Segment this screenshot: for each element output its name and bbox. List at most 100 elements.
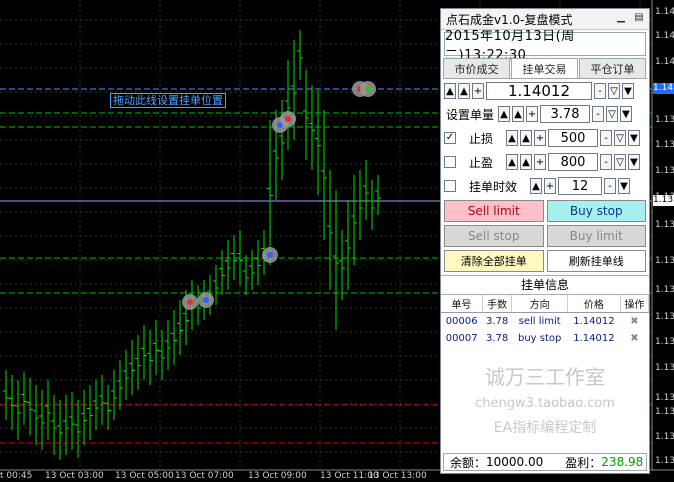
price-down-icon[interactable]: ▲ <box>458 83 470 99</box>
expiry-input[interactable]: 12 <box>558 177 602 195</box>
tp-plus-button[interactable]: + <box>534 154 546 170</box>
sl-dec2-icon[interactable]: ▼ <box>628 130 640 146</box>
price-minus-button[interactable]: - <box>594 83 606 99</box>
lot-up2-icon[interactable]: ▲ <box>512 106 525 122</box>
panel-titlebar[interactable]: 点石成金v1.0-复盘模式 ▁ ▤ <box>441 9 649 30</box>
lot-dec-icon[interactable]: ▽ <box>606 106 619 122</box>
refresh-lines-button[interactable]: 刷新挂单线 <box>546 250 646 272</box>
watermark-studio: 诚万三工作室 <box>485 365 605 389</box>
delete-order-icon[interactable]: ✖ <box>620 330 648 347</box>
stoploss-input[interactable]: 500 <box>548 129 598 147</box>
time-axis-label: 13 Oct 07:00 <box>175 471 234 481</box>
price-axis-label: 1.13 <box>655 285 674 295</box>
expiry-label: 挂单时效 <box>468 179 517 194</box>
buy-limit-button[interactable]: Buy limit <box>546 225 646 247</box>
tp-minus-button[interactable]: - <box>600 154 612 170</box>
document-icon[interactable]: ▤ <box>633 12 645 24</box>
order-marker-dot <box>187 299 193 305</box>
time-axis-label: 13 Oct 03:00 <box>45 471 104 481</box>
exp-up-icon[interactable]: ▲ <box>530 178 542 194</box>
sl-minus-button[interactable]: - <box>600 130 612 146</box>
price-dec2-icon[interactable]: ▼ <box>622 83 634 99</box>
order-marker-dot <box>285 116 291 122</box>
sl-up-icon[interactable]: ▲ <box>506 130 518 146</box>
watermark-service: EA指标编程定制 <box>493 420 597 436</box>
table-row: 00006 3.78 sell limit 1.14012 ✖ <box>441 313 649 331</box>
sell-stop-button[interactable]: Sell stop <box>444 225 544 247</box>
price-plus-button[interactable]: + <box>472 83 484 99</box>
takeprofit-input[interactable]: 800 <box>548 153 598 171</box>
balance-value: 10000.00 <box>486 455 544 469</box>
price-axis-label: 1.14 <box>655 7 674 17</box>
col-lots: 手数 <box>482 295 513 313</box>
price-axis-label: 1.13 <box>655 256 674 266</box>
order-price: 1.14012 <box>573 316 615 327</box>
tab-bar: 市价成交 挂单交易 平仓订单 <box>443 58 647 78</box>
order-direction: buy stop <box>517 333 562 344</box>
price-axis-label: 1.13 <box>655 312 674 322</box>
watermark-url: chengw3.taobao.com <box>475 396 615 411</box>
drag-line-label[interactable]: 拖动此线设置挂单位置 <box>110 93 226 108</box>
orders-table: 单号 手数 方向 价格 操作 00006 3.78 sell limit 1.1… <box>441 295 650 347</box>
tab-close-order[interactable]: 平仓订单 <box>579 58 646 78</box>
price-axis-label: 1.13 <box>655 140 674 150</box>
balance-label: 余额： <box>450 455 487 470</box>
tp-dec2-icon[interactable]: ▼ <box>628 154 640 170</box>
exp-plus-button[interactable]: + <box>544 178 556 194</box>
profit-label: 盈利： <box>565 455 602 470</box>
lot-minus-button[interactable]: - <box>592 106 605 122</box>
price-axis-label: 1.13 <box>655 166 674 176</box>
expiry-checkbox[interactable] <box>444 180 456 192</box>
time-axis-label: 13 Oct 09:00 <box>248 471 307 481</box>
panel-title: 点石成金v1.0-复盘模式 <box>446 12 573 27</box>
datetime-display: 2015年10月13日(周二)13:22:30 <box>444 29 646 63</box>
price-axis-label: 1.13 <box>655 363 674 373</box>
clear-all-orders-button[interactable]: 清除全部挂单 <box>444 250 544 272</box>
exp-minus-button[interactable]: - <box>604 178 616 194</box>
table-row: 00007 3.78 buy stop 1.14012 ✖ <box>441 330 649 347</box>
time-axis-label: t 00:45 <box>0 471 33 481</box>
price-axis-label: 1.14 <box>655 31 674 41</box>
current-price-tag: 1.14 <box>653 83 674 94</box>
lot-input[interactable]: 3.78 <box>540 105 591 123</box>
tab-pending-order[interactable]: 挂单交易 <box>511 58 578 78</box>
price-input[interactable]: 1.14012 <box>486 82 592 100</box>
time-axis-label: 13 Oct 05:00 <box>115 471 174 481</box>
col-action: 操作 <box>620 295 650 313</box>
set-lot-label: 设置单量 <box>446 107 495 122</box>
order-direction: sell limit <box>518 316 561 327</box>
takeprofit-label: 止盈 <box>468 155 493 170</box>
order-marker-dot <box>365 86 371 92</box>
price-axis-label: 1.13 <box>655 393 674 403</box>
sell-limit-button[interactable]: Sell limit <box>444 200 544 222</box>
orders-title: 挂单信息 <box>441 275 649 295</box>
sl-plus-button[interactable]: + <box>534 130 546 146</box>
price-axis-label: 1.13 <box>655 337 674 347</box>
tp-up2-icon[interactable]: ▲ <box>520 154 532 170</box>
price-up-icon[interactable]: ▲ <box>444 83 456 99</box>
tp-dec-icon[interactable]: ▽ <box>614 154 626 170</box>
price-dec-icon[interactable]: ▽ <box>608 83 620 99</box>
exp-dec-icon[interactable]: ▼ <box>618 178 630 194</box>
tab-market-order[interactable]: 市价成交 <box>443 58 510 78</box>
account-footer: 余额： 10000.00 盈利： 238.98 <box>443 453 647 471</box>
takeprofit-checkbox[interactable] <box>444 156 456 168</box>
buy-stop-button[interactable]: Buy stop <box>546 200 646 222</box>
sl-dec-icon[interactable]: ▽ <box>614 130 626 146</box>
profit-value: 238.98 <box>601 455 644 469</box>
order-id: 00007 <box>445 333 478 344</box>
sl-up2-icon[interactable]: ▲ <box>520 130 532 146</box>
price-axis-label: 1.13 <box>655 407 674 417</box>
lot-dec2-icon[interactable]: ▼ <box>620 106 633 122</box>
lot-up-icon[interactable]: ▲ <box>498 106 511 122</box>
minimize-icon[interactable]: ▁ <box>615 12 627 24</box>
col-direction: 方向 <box>511 295 568 313</box>
price-axis-label: 1.14 <box>655 57 674 67</box>
time-axis-label: 13 Oct 13:00 <box>368 471 427 481</box>
tp-up-icon[interactable]: ▲ <box>506 154 518 170</box>
price-axis-label: 1.13 <box>655 115 674 125</box>
stoploss-checkbox[interactable]: ✓ <box>444 132 456 144</box>
delete-order-icon[interactable]: ✖ <box>620 313 648 331</box>
order-lots: 3.78 <box>486 316 509 327</box>
lot-plus-button[interactable]: + <box>526 106 539 122</box>
